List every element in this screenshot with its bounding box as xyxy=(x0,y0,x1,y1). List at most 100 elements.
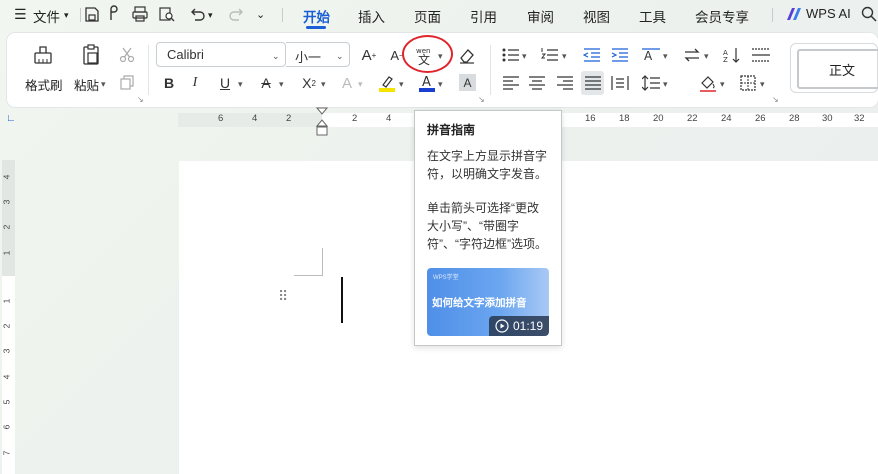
line-spacing-icon[interactable] xyxy=(641,73,661,93)
align-left-icon[interactable] xyxy=(502,73,520,93)
divider xyxy=(282,8,283,22)
print-preview-icon[interactable] xyxy=(158,5,175,23)
export-pdf-icon[interactable] xyxy=(107,5,123,23)
bullet-list-icon[interactable] xyxy=(502,45,520,65)
video-brand: WPS学堂 xyxy=(433,275,459,281)
tab-stop-selector-icon[interactable]: ∟ xyxy=(6,113,16,124)
font-name-chevron-icon[interactable]: ⌄ xyxy=(272,51,280,62)
ruler-number: 18 xyxy=(619,113,630,124)
paste-label[interactable]: 粘贴 xyxy=(74,75,99,94)
divider xyxy=(80,8,81,22)
page-margin-mark xyxy=(294,248,323,276)
bullet-list-chevron-icon[interactable]: ▾ xyxy=(522,51,527,62)
decrease-indent-icon[interactable] xyxy=(582,45,602,65)
style-gallery[interactable]: 正文 xyxy=(790,43,878,93)
strikethrough-icon[interactable]: A xyxy=(257,72,275,94)
font-color-icon[interactable]: A xyxy=(418,72,436,94)
paragraph-shading-icon[interactable] xyxy=(698,73,718,93)
increase-indent-icon[interactable] xyxy=(610,45,630,65)
sort-icon[interactable]: AZ xyxy=(722,45,742,65)
bold-icon[interactable]: B xyxy=(160,72,178,94)
sort-direction-chevron-icon[interactable]: ▾ xyxy=(704,51,709,62)
ruler-number: 22 xyxy=(687,113,698,124)
text-direction-icon[interactable]: A xyxy=(640,45,662,65)
play-icon xyxy=(495,319,509,333)
text-effect-icon[interactable]: A xyxy=(337,72,357,94)
tab-tools[interactable]: 工具 xyxy=(639,6,666,26)
align-right-icon[interactable] xyxy=(556,73,574,93)
file-chevron-icon[interactable]: ▾ xyxy=(64,10,69,21)
file-menu[interactable]: 文件 xyxy=(33,6,60,26)
borders-chevron-icon[interactable]: ▾ xyxy=(760,79,765,90)
ruler-number: 7 xyxy=(1,450,12,456)
character-shading-icon[interactable]: A xyxy=(459,74,476,91)
grow-font-icon[interactable]: A + xyxy=(359,44,379,66)
more-chevron-icon[interactable]: ⌄ xyxy=(256,8,265,21)
tab-review[interactable]: 审阅 xyxy=(527,6,554,26)
align-center-icon[interactable] xyxy=(528,73,546,93)
paragraph-group-launcher-icon[interactable]: ↘ xyxy=(772,95,779,104)
divider xyxy=(772,8,773,22)
paste-icon[interactable] xyxy=(78,42,104,68)
highlight-chevron-icon[interactable]: ▾ xyxy=(399,79,404,90)
wps-ai-button[interactable]: WPS AI xyxy=(806,6,851,21)
search-icon[interactable] xyxy=(860,5,877,23)
undo-chevron-icon[interactable]: ▾ xyxy=(208,10,213,21)
style-normal[interactable]: 正文 xyxy=(797,49,878,89)
video-duration-badge[interactable]: 01:19 xyxy=(489,316,549,336)
paragraph-shading-chevron-icon[interactable]: ▾ xyxy=(720,79,725,90)
borders-icon[interactable] xyxy=(738,73,758,93)
indent-marker-icon[interactable] xyxy=(316,107,328,137)
superscript-icon[interactable]: X2 xyxy=(298,72,320,94)
ruler-number: 28 xyxy=(789,113,800,124)
ruler-number: 3 xyxy=(1,348,12,354)
format-painter-icon[interactable] xyxy=(30,42,56,68)
font-name-value: Calibri xyxy=(167,47,204,62)
tab-references[interactable]: 引用 xyxy=(470,6,497,26)
undo-icon[interactable] xyxy=(188,5,205,23)
font-size-value: 小一 xyxy=(295,50,322,65)
font-size-chevron-icon[interactable]: ⌄ xyxy=(336,51,344,62)
tutorial-video-thumbnail[interactable]: WPS学堂 如何给文字添加拼音 01:19 xyxy=(427,268,549,336)
sort-direction-icon[interactable] xyxy=(682,45,702,65)
style-normal-label: 正文 xyxy=(828,62,855,78)
tab-insert[interactable]: 插入 xyxy=(358,6,385,26)
font-group-launcher-icon[interactable]: ↘ xyxy=(478,95,485,104)
justify-icon[interactable] xyxy=(581,71,604,95)
svg-text:Z: Z xyxy=(723,56,728,63)
underline-icon[interactable]: U xyxy=(216,72,234,94)
clipboard-group-launcher-icon[interactable]: ↘ xyxy=(137,95,144,104)
strikethrough-chevron-icon[interactable]: ▾ xyxy=(279,79,284,90)
drag-handle-icon[interactable]: ⠿ xyxy=(278,289,288,303)
numbered-list-chevron-icon[interactable]: ▾ xyxy=(562,51,567,62)
line-spacing-chevron-icon[interactable]: ▾ xyxy=(663,79,668,90)
format-painter-label[interactable]: 格式刷 xyxy=(25,75,63,94)
tab-page[interactable]: 页面 xyxy=(414,6,441,26)
ruler-number: 2 xyxy=(286,113,292,124)
menu-bar: ☰ 文件 ▾ ▾ ⌄ 开始 插入 页面 引用 审阅 视图 工具 会员专享 WPS… xyxy=(0,0,878,30)
save-icon[interactable] xyxy=(84,5,100,23)
show-marks-icon[interactable] xyxy=(750,45,772,65)
distribute-icon[interactable] xyxy=(610,73,630,93)
paste-chevron-icon[interactable]: ▾ xyxy=(101,79,106,90)
superscript-chevron-icon[interactable]: ▾ xyxy=(321,79,326,90)
redo-icon[interactable] xyxy=(228,5,244,23)
text-direction-chevron-icon[interactable]: ▾ xyxy=(663,51,668,62)
underline-chevron-icon[interactable]: ▾ xyxy=(238,79,243,90)
italic-icon[interactable]: I xyxy=(186,72,204,94)
numbered-list-icon[interactable] xyxy=(541,45,559,65)
tab-member[interactable]: 会员专享 xyxy=(695,6,749,26)
tooltip-description: 在文字上方显示拼音字符，以明确文字发音。 xyxy=(427,149,548,181)
wps-ai-logo-icon xyxy=(786,6,802,24)
hamburger-icon[interactable]: ☰ xyxy=(14,6,27,23)
font-color-chevron-icon[interactable]: ▾ xyxy=(438,79,443,90)
cut-icon[interactable] xyxy=(117,45,137,65)
tab-home[interactable]: 开始 xyxy=(303,6,330,26)
clear-format-icon[interactable] xyxy=(456,44,478,66)
copy-icon[interactable] xyxy=(117,73,137,93)
tab-view[interactable]: 视图 xyxy=(583,6,610,26)
text-effect-chevron-icon[interactable]: ▾ xyxy=(358,79,363,90)
print-icon[interactable] xyxy=(131,5,148,23)
highlight-icon[interactable] xyxy=(377,72,397,94)
font-name-select[interactable]: Calibri xyxy=(156,42,286,67)
